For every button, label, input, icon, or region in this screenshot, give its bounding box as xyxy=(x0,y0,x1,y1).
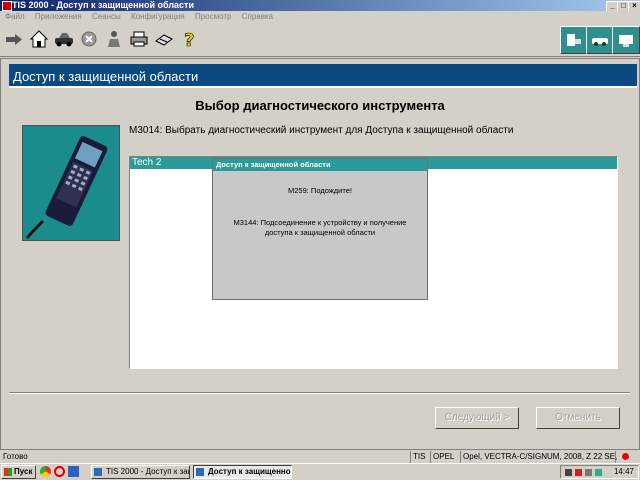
book-icon[interactable] xyxy=(153,28,175,50)
explorer-icon[interactable] xyxy=(68,466,79,477)
menu-view[interactable]: Просмотр xyxy=(195,12,232,21)
task-label: TIS 2000 - Доступ к защ... xyxy=(106,467,189,476)
stop-icon[interactable] xyxy=(78,28,100,50)
person-icon[interactable] xyxy=(103,28,125,50)
home-icon[interactable] xyxy=(28,28,50,50)
tray-icon[interactable] xyxy=(565,469,572,476)
menu-sessions[interactable]: Сеансы xyxy=(92,12,121,21)
tray-icon[interactable] xyxy=(575,469,582,476)
tech2-device-image xyxy=(22,125,120,241)
task-label: Доступ к защищенной... xyxy=(208,467,291,476)
clock: 14:47 xyxy=(613,467,634,476)
taskbar-item-dialog[interactable]: Доступ к защищенной... xyxy=(193,465,292,479)
windows-logo-icon xyxy=(4,468,12,476)
chrome-icon[interactable] xyxy=(40,466,51,477)
diagnostic-tool-icon[interactable] xyxy=(560,26,588,54)
tis-app-icon xyxy=(94,468,102,476)
printer-icon[interactable] xyxy=(128,28,150,50)
window-title: TIS 2000 - Доступ к защищенной области xyxy=(12,0,194,10)
app-icon xyxy=(2,1,12,11)
divider xyxy=(9,392,630,394)
dialog-title: Доступ к защищенной области xyxy=(213,159,427,171)
status-indicator-icon xyxy=(615,451,640,463)
start-label: Пуск xyxy=(14,467,33,476)
status-vehicle: Opel, VECTRA-C/SIGNUM, 2008, Z 22 SE, 5-… xyxy=(460,451,618,463)
opera-icon[interactable] xyxy=(54,466,65,477)
cancel-button[interactable]: Отменить xyxy=(536,407,620,429)
exit-icon[interactable] xyxy=(3,28,25,50)
page-title: Выбор диагностического инструмента xyxy=(195,98,445,113)
speaker-icon[interactable] xyxy=(585,469,592,476)
network-tray-icon[interactable] xyxy=(595,469,602,476)
status-bar: Готово TIS OPEL Opel, VECTRA-C/SIGNUM, 2… xyxy=(0,451,640,463)
dialog-wait-text: M259: Подождите! xyxy=(288,186,352,195)
start-button[interactable]: Пуск xyxy=(1,465,36,479)
vehicle-icon[interactable] xyxy=(586,26,614,54)
dialog-message: M3144: Подсоединение к устройству и полу… xyxy=(233,218,407,237)
help-icon[interactable]: ? xyxy=(178,28,200,50)
toolbar: ? xyxy=(0,23,640,57)
page-header: Доступ к защищенной области xyxy=(9,64,637,88)
window-title-bar: TIS 2000 - Доступ к защищенной области _… xyxy=(0,0,640,12)
svg-text:?: ? xyxy=(184,30,194,49)
next-button[interactable]: Следующий > xyxy=(435,407,519,429)
network-icon[interactable] xyxy=(612,26,640,54)
car-icon[interactable] xyxy=(53,28,75,50)
instruction-text: M3014: Выбрать диагностический инструмен… xyxy=(129,125,514,136)
status-make: OPEL xyxy=(430,451,463,463)
menu-applications[interactable]: Приложения xyxy=(35,12,82,21)
menu-file[interactable]: Файл xyxy=(5,12,25,21)
menu-help[interactable]: Справка xyxy=(242,12,273,21)
dialog-app-icon xyxy=(196,468,204,476)
menu-bar: Файл Приложения Сеансы Конфигурация Прос… xyxy=(0,11,640,23)
status-ready: Готово xyxy=(3,452,28,461)
taskbar-item-tis[interactable]: TIS 2000 - Доступ к защ... xyxy=(91,465,190,479)
menu-configuration[interactable]: Конфигурация xyxy=(131,12,185,21)
system-tray: 14:47 xyxy=(560,465,639,479)
